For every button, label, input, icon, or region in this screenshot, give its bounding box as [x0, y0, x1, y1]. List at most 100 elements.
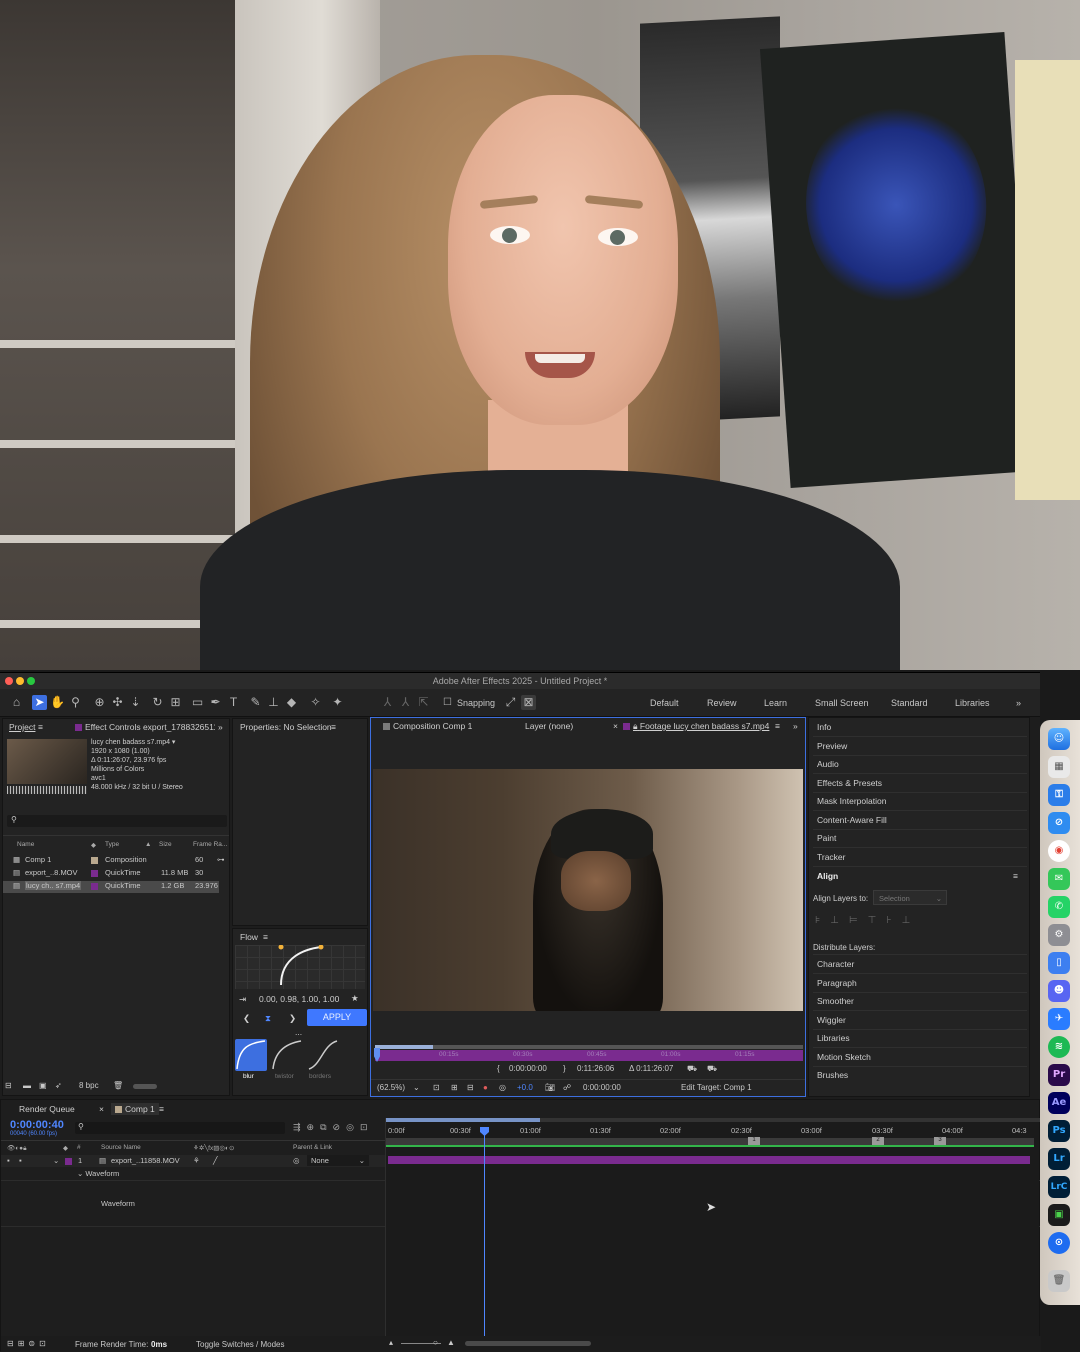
- roto-brush-tool-icon[interactable]: ✧: [308, 695, 323, 710]
- tab-render-queue[interactable]: Render Queue: [19, 1104, 75, 1114]
- color-channels-icon[interactable]: ●: [483, 1083, 488, 1092]
- close-tab-icon[interactable]: ×: [613, 721, 618, 731]
- bezier-values[interactable]: 0.00, 0.98, 1.00, 1.00: [259, 994, 339, 1004]
- project-search-input[interactable]: ⚲: [7, 815, 227, 827]
- axis-world-icon[interactable]: ⅄: [398, 695, 413, 710]
- panel-smoother[interactable]: Smoother: [817, 996, 854, 1006]
- render-icon[interactable]: ➶: [55, 1081, 62, 1090]
- align-top-icon[interactable]: ⊤: [868, 915, 887, 926]
- align-menu-icon[interactable]: ≡: [1013, 871, 1018, 881]
- pen-tool-icon[interactable]: ✒: [208, 695, 223, 710]
- out-time[interactable]: 0:11:26:06: [577, 1064, 614, 1073]
- exposure-value[interactable]: +0.0: [517, 1083, 533, 1092]
- workspace-review[interactable]: Review: [707, 698, 737, 708]
- timeline-playhead-handle[interactable]: [480, 1127, 489, 1136]
- fit-icon[interactable]: ⊡: [433, 1083, 440, 1092]
- spotify-icon[interactable]: ≋: [1048, 1036, 1070, 1058]
- workspace-more-icon[interactable]: »: [1016, 698, 1021, 708]
- panel-character[interactable]: Character: [817, 959, 854, 969]
- layer-twirl-icon[interactable]: ⌄: [53, 1156, 59, 1165]
- preset-twistor[interactable]: [271, 1039, 303, 1071]
- align-center-v-icon[interactable]: ⊦: [886, 915, 901, 926]
- viewer-time-ruler[interactable]: 00:15s 00:30s 00:45s 01:00s 01:15s: [375, 1050, 803, 1061]
- whatsapp-icon[interactable]: ✆: [1048, 896, 1070, 918]
- dolly-camera-icon[interactable]: ⇣: [128, 695, 143, 710]
- layer-name[interactable]: export_..11858.MOV: [111, 1156, 180, 1165]
- grid-icon[interactable]: ⊞: [451, 1083, 458, 1092]
- new-folder-icon[interactable]: ▬: [23, 1081, 31, 1090]
- selection-tool-icon[interactable]: ➤: [32, 695, 47, 710]
- panel-mask-interpolation[interactable]: Mask Interpolation: [817, 796, 886, 806]
- timeline-menu-icon[interactable]: ≡: [159, 1104, 164, 1114]
- pan-camera-icon[interactable]: ✣: [110, 695, 125, 710]
- photoshop-icon[interactable]: Ps: [1048, 1120, 1070, 1142]
- close-comp-tab-icon[interactable]: ×: [99, 1104, 104, 1114]
- timeline-zoom-handle-icon[interactable]: ○: [433, 1338, 438, 1347]
- toggle-switches-modes[interactable]: Toggle Switches / Modes: [196, 1340, 285, 1349]
- tab-layer[interactable]: Layer (none): [525, 721, 573, 731]
- apply-button[interactable]: APPLY: [307, 1009, 367, 1026]
- snap-expand-icon[interactable]: ⤢: [503, 695, 518, 710]
- launchpad-icon[interactable]: ▦: [1048, 756, 1070, 778]
- panel-wiggler[interactable]: Wiggler: [817, 1015, 846, 1025]
- favorite-star-icon[interactable]: ★: [351, 993, 359, 1004]
- viewer-work-area-bar[interactable]: [375, 1045, 803, 1049]
- flow-more-icon[interactable]: ...: [295, 1027, 302, 1037]
- comp-marker-3[interactable]: 3: [934, 1137, 946, 1145]
- align-select[interactable]: Selection ⌄: [873, 890, 947, 905]
- zoom-window-button[interactable]: [27, 677, 35, 685]
- pan-behind-tool-icon[interactable]: ⊞: [168, 695, 183, 710]
- tab-effect-controls[interactable]: Effect Controls export_17883265115: [75, 722, 215, 732]
- align-title[interactable]: Align: [817, 871, 838, 881]
- ease-both-icon[interactable]: ⧗: [265, 1013, 271, 1024]
- layer-shy-icon[interactable]: ⚘: [193, 1156, 200, 1165]
- easing-curve-graph[interactable]: [235, 944, 365, 989]
- align-right-icon[interactable]: ⊨: [849, 915, 868, 926]
- panel-info[interactable]: Info: [817, 722, 831, 732]
- quicktime-icon[interactable]: ⊙: [1048, 1232, 1070, 1254]
- interpret-footage-icon[interactable]: ⊟: [5, 1081, 12, 1090]
- graph-editor-icon[interactable]: ⊡: [360, 1122, 374, 1132]
- chrome-icon[interactable]: ◉: [1048, 840, 1070, 862]
- notes-icon[interactable]: ▯: [1048, 952, 1070, 974]
- discord-icon[interactable]: ☻: [1048, 980, 1070, 1002]
- current-time[interactable]: 0:00:00:00: [583, 1083, 621, 1092]
- panel-paragraph[interactable]: Paragraph: [817, 978, 857, 988]
- table-row[interactable]: ▤ lucy ch.. s7.mp4 QuickTime 1.2 GB 23.9…: [3, 881, 219, 893]
- flow-menu-icon[interactable]: ≡: [263, 932, 268, 942]
- comp-marker-2[interactable]: 2: [872, 1137, 884, 1145]
- tab-composition[interactable]: Composition Comp 1: [383, 721, 472, 731]
- panel-tracker[interactable]: Tracker: [817, 852, 846, 862]
- panel-paint[interactable]: Paint: [817, 833, 836, 843]
- viewer-menu-icon[interactable]: ≡: [775, 721, 780, 731]
- eraser-tool-icon[interactable]: ◆: [284, 695, 299, 710]
- col-frame-rate[interactable]: Frame Ra...: [193, 841, 227, 848]
- set-out-point-icon[interactable]: }: [563, 1064, 566, 1073]
- passwords-icon[interactable]: ⚿: [1048, 784, 1070, 806]
- panel-audio[interactable]: Audio: [817, 759, 839, 769]
- panel-brushes[interactable]: Brushes: [817, 1070, 848, 1080]
- set-in-point-icon[interactable]: {: [497, 1064, 500, 1073]
- trash-icon[interactable]: 🗑: [113, 1081, 123, 1090]
- lightroom-icon[interactable]: Lr: [1048, 1148, 1070, 1170]
- tab-comp[interactable]: Comp 1: [111, 1103, 159, 1115]
- timeline-horizontal-scrollbar[interactable]: [465, 1341, 591, 1346]
- tab-footage[interactable]: 🔒︎ Footage lucy chen badass s7.mp4: [623, 721, 769, 732]
- snapping-checkbox[interactable]: ☐: [440, 695, 455, 710]
- draft-3d-icon[interactable]: ⊕: [307, 1122, 321, 1132]
- system-settings-icon[interactable]: ⚙: [1048, 924, 1070, 946]
- workspace-learn[interactable]: Learn: [764, 698, 787, 708]
- zoom-chevron-down-icon[interactable]: ⌄: [413, 1083, 420, 1092]
- ease-in-icon[interactable]: ❮: [243, 1013, 250, 1024]
- panel-effects-presets[interactable]: Effects & Presets: [817, 778, 882, 788]
- panel-preview[interactable]: Preview: [817, 741, 847, 751]
- orbit-camera-icon[interactable]: ⊕: [92, 695, 107, 710]
- show-snapshot-icon[interactable]: ☍: [563, 1083, 571, 1092]
- new-composition-icon[interactable]: ▣: [39, 1081, 47, 1090]
- after-effects-icon[interactable]: Ae: [1048, 1092, 1070, 1114]
- align-buttons[interactable]: ⊧⊥⊨⊤⊦⊥: [815, 915, 920, 926]
- layer-quality-icon[interactable]: ╱: [213, 1156, 218, 1165]
- motion-blur-icon[interactable]: ◎: [346, 1122, 360, 1132]
- brush-tool-icon[interactable]: ✎: [248, 695, 263, 710]
- align-center-h-icon[interactable]: ⊥: [830, 915, 849, 926]
